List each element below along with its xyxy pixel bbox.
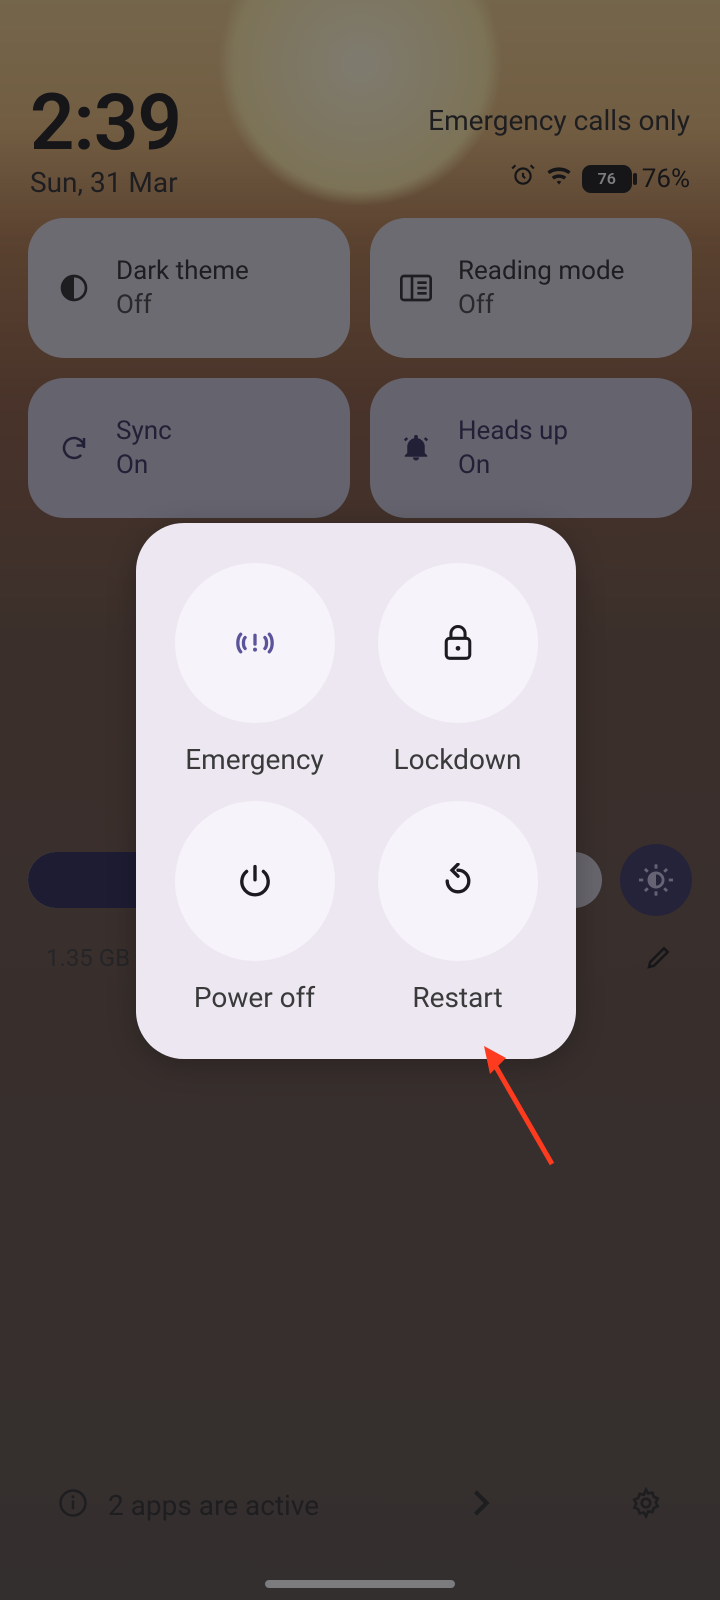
- power-menu-label: Emergency: [185, 743, 323, 776]
- power-icon: [237, 863, 273, 899]
- power-menu-restart[interactable]: Restart: [361, 801, 554, 1029]
- power-menu-power-off[interactable]: Power off: [158, 801, 351, 1029]
- lock-icon: [440, 623, 476, 663]
- power-menu-label: Lockdown: [394, 743, 522, 776]
- power-menu-label: Power off: [194, 981, 315, 1014]
- power-menu-lockdown[interactable]: Lockdown: [361, 563, 554, 791]
- restart-icon: [440, 863, 476, 899]
- power-menu-emergency[interactable]: Emergency: [158, 563, 351, 791]
- power-menu-label: Restart: [412, 981, 502, 1014]
- emergency-icon: [233, 621, 277, 665]
- power-menu: Emergency Lockdown Power off: [136, 523, 576, 1059]
